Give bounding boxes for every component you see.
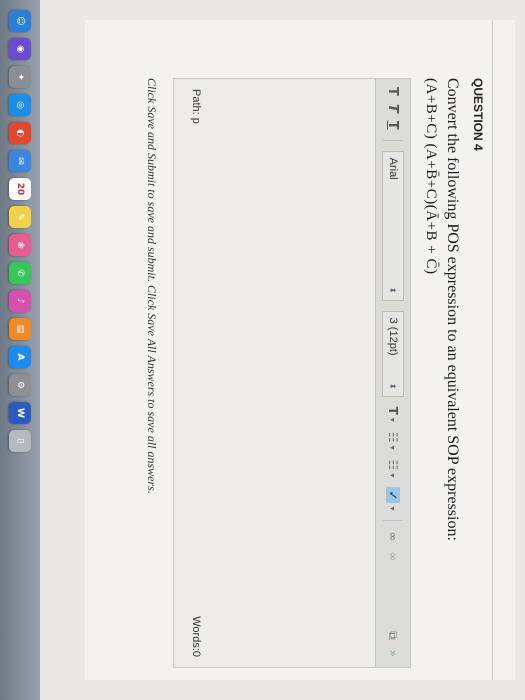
submit-instructions: Click Save and Submit to save and submit…: [145, 78, 159, 494]
chevron-down-icon[interactable]: ▾: [389, 473, 398, 477]
ibooks-icon[interactable]: ▤: [9, 318, 31, 340]
question-text: Convert the following POS expression to …: [444, 78, 461, 541]
trash-icon[interactable]: ▯: [9, 430, 31, 452]
select-arrows-icon: ⬍: [388, 286, 398, 294]
toolbar-divider: [383, 139, 403, 141]
dock: ☺ ◉ ✦ ◎ ◐ ✉ 20 ✎ ❀ ✆ ♪ ▤ A ⚙ W ▯: [0, 0, 40, 700]
preferences-icon[interactable]: ⚙: [9, 374, 31, 396]
italic-button[interactable]: T: [386, 104, 401, 113]
link-button[interactable]: ∞: [386, 531, 400, 541]
safari-icon[interactable]: ◎: [9, 94, 31, 116]
word-icon[interactable]: W: [9, 402, 31, 424]
editor-path: Path: p: [190, 89, 202, 124]
paste-button[interactable]: ⧉: [386, 631, 401, 640]
siri-icon[interactable]: ◉: [9, 38, 31, 60]
chrome-icon[interactable]: ◐: [9, 122, 31, 144]
question-panel: QUESTION 4 Convert the following POS exp…: [85, 20, 515, 680]
answer-editor[interactable]: T T T Arial ⬍ 3 (12pt) ⬍ T ▾ ☷ ▾ ☷ ▾ ✓ ▾ ∞ ∞: [173, 78, 411, 668]
chevron-down-icon[interactable]: ▾: [389, 506, 398, 510]
messages-icon[interactable]: ✆: [9, 262, 31, 284]
chevron-down-icon[interactable]: ▾: [389, 418, 398, 422]
photos-icon[interactable]: ❀: [9, 234, 31, 256]
itunes-icon[interactable]: ♪: [9, 290, 31, 312]
font-family-value: Arial: [387, 157, 399, 180]
numbered-list-button[interactable]: ☷: [386, 460, 400, 471]
bold-button[interactable]: T: [386, 87, 401, 96]
mail-icon[interactable]: ✉: [9, 150, 31, 172]
chevron-down-icon[interactable]: ▾: [389, 446, 398, 450]
unlink-button[interactable]: ∞: [386, 551, 400, 561]
finder-icon[interactable]: ☺: [9, 10, 31, 32]
launchpad-icon[interactable]: ✦: [9, 66, 31, 88]
underline-button[interactable]: T: [386, 121, 401, 130]
font-size-select[interactable]: 3 (12pt) ⬍: [382, 310, 404, 397]
font-family-select[interactable]: Arial ⬍: [382, 150, 404, 301]
toolbar-divider: [383, 520, 403, 522]
calendar-icon[interactable]: 20: [9, 178, 31, 200]
appstore-icon[interactable]: A: [9, 346, 31, 368]
notes-icon[interactable]: ✎: [9, 206, 31, 228]
font-size-value: 3 (12pt): [387, 317, 399, 356]
question-expression: (A+B+C) (A+B̄+C)(Ā+B + C̄): [423, 78, 439, 275]
word-count: Words:0: [190, 616, 202, 657]
more-tools-button[interactable]: »: [386, 650, 400, 657]
screen: QUESTION 4 Convert the following POS exp…: [0, 0, 525, 700]
editor-toolbar: T T T Arial ⬍ 3 (12pt) ⬍ T ▾ ☷ ▾ ☷ ▾ ✓ ▾ ∞ ∞: [375, 79, 410, 667]
text-color-button[interactable]: T: [386, 407, 400, 415]
spellcheck-button[interactable]: ✓: [386, 487, 400, 504]
select-arrows-icon: ⬍: [388, 382, 398, 390]
bullet-list-button[interactable]: ☷: [386, 432, 400, 443]
question-title: QUESTION 4: [471, 78, 485, 151]
